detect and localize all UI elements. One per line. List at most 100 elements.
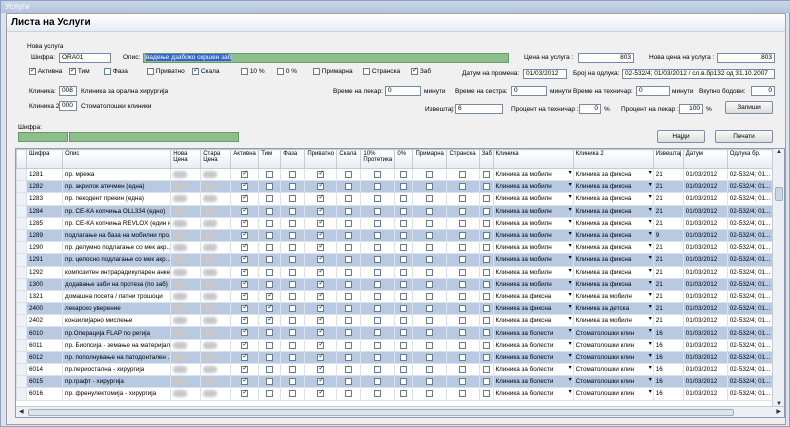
grid-checkbox[interactable]	[374, 195, 382, 203]
grid-checkbox[interactable]	[345, 219, 353, 227]
grid-checkbox[interactable]	[482, 378, 490, 386]
print-button[interactable]: Печати	[715, 130, 773, 143]
cell-clinic2-combo[interactable]: Клиника за фиксна	[572, 167, 654, 182]
scroll-left-icon[interactable]: ◀	[19, 408, 24, 415]
grid-checkbox[interactable]	[374, 353, 382, 361]
grid-checkbox-cell[interactable]	[280, 192, 306, 206]
grid-checkbox[interactable]	[426, 390, 434, 398]
column-header[interactable]: Одлука бр.	[726, 149, 774, 169]
grid-checkbox-cell[interactable]	[280, 228, 306, 243]
grid-checkbox-cell[interactable]	[336, 362, 362, 377]
cell-clinic-combo[interactable]: Клиника за мобилн	[492, 277, 574, 291]
grid-checkbox[interactable]	[374, 231, 382, 239]
grid-checkbox[interactable]	[289, 390, 297, 398]
cell-clinic2-combo[interactable]: Стоматолошки клин	[572, 326, 654, 340]
grid-checkbox[interactable]	[317, 304, 325, 313]
table-row[interactable]: 1282пр. акрилок атечмен (една) Клиника за…	[16, 180, 774, 194]
grid-checkbox-cell[interactable]	[360, 253, 396, 267]
grid-checkbox[interactable]	[266, 316, 274, 325]
find-button[interactable]: Најди	[657, 130, 705, 143]
cell-new-price-redacted[interactable]	[170, 216, 202, 230]
grid-checkbox[interactable]	[374, 280, 382, 288]
grid-checkbox-cell[interactable]	[394, 338, 414, 352]
grid-checkbox-cell[interactable]	[360, 302, 396, 316]
grid-checkbox[interactable]	[317, 255, 325, 264]
cell-description[interactable]: пр.графт - хирургија	[62, 375, 172, 389]
grid-checkbox-cell[interactable]	[394, 167, 414, 182]
search-code-input[interactable]	[18, 132, 68, 142]
cell-code[interactable]: 1283	[25, 192, 64, 206]
grid-checkbox[interactable]	[426, 183, 434, 191]
cell-decision[interactable]: 02-532/4; 01...	[726, 277, 774, 291]
grid-checkbox-cell[interactable]	[230, 216, 260, 230]
grid-checkbox-cell[interactable]	[412, 350, 448, 365]
cell-old-price-redacted[interactable]	[200, 253, 232, 267]
grid-checkbox-cell[interactable]	[230, 167, 260, 182]
cell-clinic-combo[interactable]: Клиника за мобилн	[492, 167, 574, 182]
grid-checkbox[interactable]	[266, 341, 274, 349]
grid-checkbox-cell[interactable]	[478, 192, 494, 206]
cell-clinic-combo[interactable]: Клиника за мобилн	[492, 253, 574, 267]
grid-checkbox-cell[interactable]	[412, 338, 448, 352]
grid-checkbox[interactable]	[266, 280, 274, 288]
grid-checkbox-cell[interactable]	[230, 180, 260, 194]
grid-checkbox[interactable]	[266, 256, 274, 264]
grid-checkbox[interactable]	[317, 243, 325, 252]
column-header[interactable]: 10% Протетика	[360, 149, 396, 169]
grid-checkbox-cell[interactable]	[412, 277, 448, 291]
grid-checkbox-cell[interactable]	[258, 326, 282, 340]
grid-checkbox-cell[interactable]	[446, 362, 480, 377]
cell-description[interactable]: лекарско уверение	[62, 302, 172, 316]
grid-checkbox[interactable]	[459, 390, 467, 398]
grid-checkbox[interactable]	[266, 231, 274, 239]
grid-checkbox-cell[interactable]	[360, 326, 396, 340]
grid-checkbox-cell[interactable]	[230, 241, 260, 255]
primarna-checkbox[interactable]: Примарна	[313, 68, 353, 75]
grid-checkbox[interactable]	[400, 244, 408, 252]
cell-clinic2-combo[interactable]: Клиника за детска	[572, 302, 654, 316]
skala-check[interactable]	[192, 66, 199, 75]
opis-input[interactable]: вадење дзабоко скршен заб	[143, 53, 509, 63]
cell-clinic-combo[interactable]: Клиника за болести	[492, 326, 574, 340]
grid-checkbox[interactable]	[345, 390, 353, 398]
grid-checkbox-cell[interactable]	[230, 350, 260, 365]
grid-checkbox-cell[interactable]	[304, 167, 338, 182]
grid-checkbox-cell[interactable]	[230, 228, 260, 243]
column-header[interactable]: Опис	[62, 149, 172, 169]
cell-old-price-redacted[interactable]	[200, 302, 232, 316]
grid-checkbox[interactable]	[426, 231, 434, 239]
grid-checkbox-cell[interactable]	[394, 253, 414, 267]
grid-checkbox-cell[interactable]	[336, 228, 362, 243]
grid-checkbox[interactable]	[400, 219, 408, 227]
grid-checkbox[interactable]	[374, 341, 382, 349]
grid-checkbox-cell[interactable]	[478, 277, 494, 291]
grid-checkbox-cell[interactable]	[412, 265, 448, 279]
grid-checkbox-cell[interactable]	[446, 253, 480, 267]
grid-checkbox-cell[interactable]	[360, 204, 396, 218]
row-header[interactable]	[16, 228, 27, 243]
grid-checkbox[interactable]	[266, 195, 274, 203]
row-header[interactable]	[16, 265, 27, 279]
cell-code[interactable]: 1290	[25, 241, 64, 255]
cell-date[interactable]: 01/03/2012	[682, 387, 728, 401]
column-header[interactable]: Приватно	[304, 149, 338, 169]
grid-checkbox-cell[interactable]	[304, 253, 338, 267]
grid-checkbox[interactable]	[459, 366, 467, 373]
grid-checkbox[interactable]	[241, 255, 249, 264]
grid-checkbox-cell[interactable]	[360, 375, 396, 389]
pct0-check[interactable]	[277, 68, 284, 75]
grid-checkbox-cell[interactable]	[336, 302, 362, 316]
cell-old-price-redacted[interactable]	[200, 180, 232, 194]
grid-checkbox-cell[interactable]	[304, 302, 338, 316]
grid-checkbox-cell[interactable]	[446, 314, 480, 328]
grid-checkbox-cell[interactable]	[336, 326, 362, 340]
cell-new-price-redacted[interactable]	[170, 338, 202, 352]
cell-description[interactable]: подлагање на база на мобилни про...	[62, 228, 172, 243]
cell-report[interactable]: 21	[652, 192, 684, 206]
grid-checkbox[interactable]	[400, 171, 408, 178]
grid-checkbox[interactable]	[400, 231, 408, 239]
cell-new-price-redacted[interactable]	[170, 387, 202, 401]
column-header[interactable]: Примарна	[412, 149, 448, 169]
grid-checkbox-cell[interactable]	[336, 180, 362, 194]
table-row[interactable]: 1321домашна посета / патни трошоци Клиник…	[16, 289, 774, 304]
